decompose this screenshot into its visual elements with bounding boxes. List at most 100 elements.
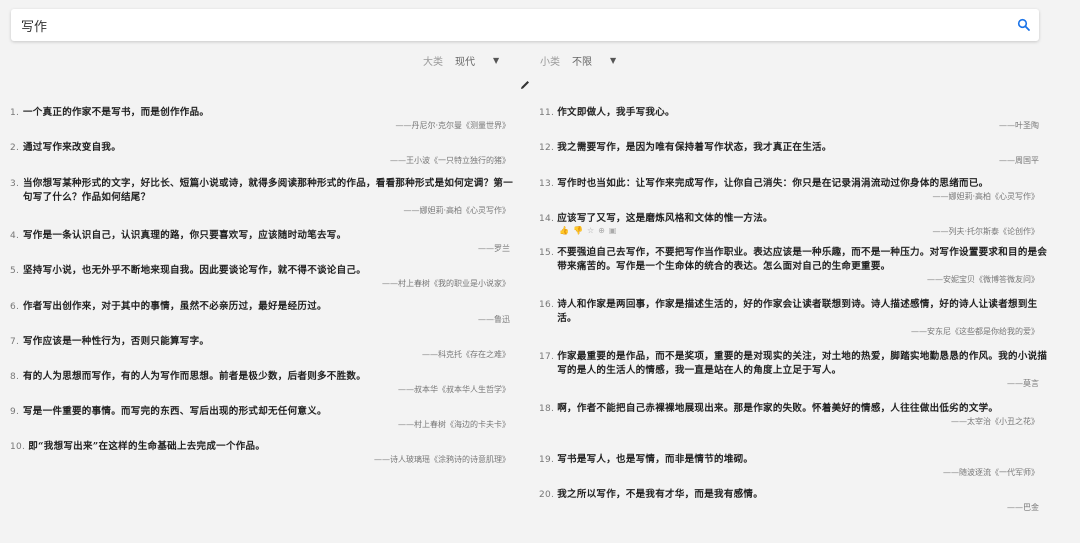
quote-source: ——莫言 — [1007, 379, 1039, 388]
quote-text: 不要强迫自己去写作，不要把写作当作职业。表达应该是一种乐趣，而不是一种压力。对写… — [557, 247, 1048, 272]
quote-text: 诗人和作家是两回事，作家是描述生活的，好的作家会让读者联想到诗。诗人描述感情，好… — [557, 299, 1038, 324]
quote-line: 20. 我之所以写作，不是我有才华，而是我有感情。 — [539, 488, 1049, 502]
quote-text: 一个真正的作家不是写书，而是创作作品。 — [23, 107, 210, 118]
search-bar — [11, 9, 1039, 41]
quote-source: ——安妮宝贝《微博答微友问》 — [927, 275, 1039, 284]
quote-number: 9. — [10, 407, 20, 417]
list-item[interactable]: 9. 写是一件重要的事情。而写完的东西、写后出现的形式却无任何意义。 ——村上春树《… — [10, 405, 520, 431]
quote-text: 应该写了又写，这是磨炼风格和文体的惟一方法。 — [557, 213, 773, 224]
list-item[interactable]: 11. 作文即做人，我手写我心。 ——叶圣陶 — [539, 106, 1049, 132]
list-item[interactable]: 10. 即“我想写出来”在这样的生命基础上去完成一个作品。 ——诗人玻璃瑶《涂鸦诗的… — [10, 440, 520, 466]
quote-text: 作者写出创作来，对于其中的事情，虽然不必亲历过，最好是经历过。 — [23, 301, 327, 312]
copy-icon[interactable]: ▣ — [609, 226, 617, 235]
minor-category-value: 不限 — [572, 57, 592, 68]
quote-number: 16. — [539, 300, 555, 310]
list-item[interactable]: 8. 有的人为思想而写作，有的人为写作而思想。前者是极少数，后者则多不胜数。 ——叔… — [10, 370, 520, 396]
chevron-down-icon: ▼ — [610, 56, 617, 65]
quote-source: ——太宰治《小丑之花》 — [951, 417, 1039, 426]
list-item[interactable]: 15. 不要强迫自己去写作，不要把写作当作职业。表达应该是一种乐趣，而不是一种压力… — [539, 246, 1049, 286]
quote-line: 9. 写是一件重要的事情。而写完的东西、写后出现的形式却无任何意义。 — [10, 405, 520, 419]
quote-source: ——丹尼尔·克尔曼《测量世界》 — [395, 121, 510, 130]
quote-number: 19. — [539, 455, 555, 465]
pencil-icon[interactable] — [519, 79, 531, 91]
quote-number: 1. — [10, 108, 20, 118]
quote-number: 2. — [10, 143, 20, 153]
quote-line: 13. 写作时也当如此：让写作来完成写作，让你自己消失：你只是在记录涓涓流动过你身… — [539, 177, 1049, 191]
quote-number: 12. — [539, 143, 555, 153]
quote-number: 13. — [539, 179, 555, 189]
quote-line: 10. 即“我想写出来”在这样的生命基础上去完成一个作品。 — [10, 440, 520, 454]
search-input[interactable] — [21, 9, 1001, 41]
quote-text: 写是一件重要的事情。而写完的东西、写后出现的形式却无任何意义。 — [23, 406, 327, 417]
quote-number: 5. — [10, 266, 20, 276]
list-item[interactable]: 3. 当你想写某种形式的文字，好比长、短篇小说或诗，就得多阅读那种形式的作品，看看… — [10, 177, 520, 217]
quote-number: 6. — [10, 302, 20, 312]
quote-text: 我之所以写作，不是我有才华，而是我有感情。 — [557, 489, 764, 500]
list-item[interactable]: 13. 写作时也当如此：让写作来完成写作，让你自己消失：你只是在记录涓涓流动过你身… — [539, 177, 1049, 203]
quote-number: 8. — [10, 372, 20, 382]
quote-number: 10. — [10, 442, 26, 452]
quote-source: ——安东尼《这些都是你给我的爱》 — [911, 327, 1039, 336]
quote-number: 18. — [539, 404, 555, 414]
quote-number: 14. — [539, 214, 555, 224]
list-item[interactable]: 17. 作家最重要的是作品，而不是奖项，重要的是对现实的关注，对土地的热爱，脚踏实… — [539, 350, 1049, 390]
list-item[interactable]: 4. 写作是一条认识自己，认识真理的路，你只要喜欢写，应该随时动笔去写。 ——罗兰 — [10, 229, 520, 255]
quote-line: 7. 写作应该是一种性行为，否则只能算写字。 — [10, 335, 520, 349]
quote-source: ——诗人玻璃瑶《涂鸦诗的诗意肌理》 — [374, 455, 510, 464]
quote-text: 写作是一条认识自己，认识真理的路，你只要喜欢写，应该随时动笔去写。 — [23, 230, 347, 241]
quote-source: ——王小波《一只特立独行的猪》 — [390, 156, 510, 165]
major-category-select[interactable]: 大类 现代 ▼ — [423, 53, 499, 68]
quote-line: 12. 我之需要写作，是因为唯有保持着写作状态，我才真正在生活。 — [539, 141, 1049, 155]
list-item[interactable]: 1. 一个真正的作家不是写书，而是创作作品。 ——丹尼尔·克尔曼《测量世界》 — [10, 106, 520, 132]
list-item[interactable]: 20. 我之所以写作，不是我有才华，而是我有感情。 ——巴金 — [539, 488, 1049, 514]
quote-text: 当你想写某种形式的文字，好比长、短篇小说或诗，就得多阅读那种形式的作品，看看那种… — [23, 178, 514, 203]
quote-number: 20. — [539, 490, 555, 500]
list-item[interactable]: 16. 诗人和作家是两回事，作家是描述生活的，好的作家会让读者联想到诗。诗人描述感… — [539, 298, 1049, 338]
list-item[interactable]: 7. 写作应该是一种性行为，否则只能算写字。 ——科克托《存在之难》 — [10, 335, 520, 361]
list-item[interactable]: 2. 通过写作来改变自我。 ——王小波《一只特立独行的猪》 — [10, 141, 520, 167]
quote-line: 6. 作者写出创作来，对于其中的事情，虽然不必亲历过，最好是经历过。 — [10, 300, 520, 314]
list-item[interactable]: 6. 作者写出创作来，对于其中的事情，虽然不必亲历过，最好是经历过。 ——鲁迅 — [10, 300, 520, 326]
list-item[interactable]: 19. 写书是写人，也是写情，而非是情节的堆砌。 ——随波逐流《一代军师》 — [539, 453, 1049, 479]
quote-line: 4. 写作是一条认识自己，认识真理的路，你只要喜欢写，应该随时动笔去写。 — [10, 229, 520, 243]
quote-line: 16. 诗人和作家是两回事，作家是描述生活的，好的作家会让读者联想到诗。诗人描述感… — [539, 298, 1049, 326]
search-icon[interactable] — [1017, 18, 1031, 32]
quote-text: 写作应该是一种性行为，否则只能算写字。 — [23, 336, 210, 347]
list-item[interactable]: 5. 坚持写小说，也无外乎不断地来现自我。因此要谈论写作，就不得不谈论自己。 ——村… — [10, 264, 520, 290]
action-icons: 👍 👎 ☆ ⊕ ▣ — [559, 226, 616, 235]
quote-text: 写作时也当如此：让写作来完成写作，让你自己消失：你只是在记录涓涓流动过你身体的思… — [557, 178, 989, 189]
quote-source: ——鲁迅 — [478, 315, 510, 324]
quote-text: 我之需要写作，是因为唯有保持着写作状态，我才真正在生活。 — [557, 142, 832, 153]
quote-line: 15. 不要强迫自己去写作，不要把写作当作职业。表达应该是一种乐趣，而不是一种压力… — [539, 246, 1049, 274]
share-icon[interactable]: ⊕ — [598, 226, 605, 235]
list-item[interactable]: 14. 应该写了又写，这是磨炼风格和文体的惟一方法。 👍 👎 ☆ ⊕ ▣ ——列夫·托尔斯泰《… — [539, 212, 1049, 238]
major-category-label: 大类 — [423, 57, 443, 68]
quote-line: 19. 写书是写人，也是写情，而非是情节的堆砌。 — [539, 453, 1049, 467]
quote-line: 18. 啊，作者不能把自己赤裸裸地展现出来。那是作家的失败。怀着美好的情感，人往往… — [539, 402, 1049, 416]
quote-number: 3. — [10, 179, 20, 189]
chevron-down-icon: ▼ — [493, 56, 500, 65]
quote-number: 11. — [539, 108, 555, 118]
quote-line: 5. 坚持写小说，也无外乎不断地来现自我。因此要谈论写作，就不得不谈论自己。 — [10, 264, 520, 278]
quote-text: 作家最重要的是作品，而不是奖项，重要的是对现实的关注，对土地的热爱，脚踏实地勤恳… — [557, 351, 1048, 376]
quote-text: 有的人为思想而写作，有的人为写作而思想。前者是极少数，后者则多不胜数。 — [23, 371, 367, 382]
quote-source: ——村上春树《我的职业是小说家》 — [382, 279, 510, 288]
quote-source: ——科克托《存在之难》 — [422, 350, 510, 359]
quote-line: 1. 一个真正的作家不是写书，而是创作作品。 — [10, 106, 520, 120]
quote-line: 11. 作文即做人，我手写我心。 — [539, 106, 1049, 120]
list-item[interactable]: 18. 啊，作者不能把自己赤裸裸地展现出来。那是作家的失败。怀着美好的情感，人往往… — [539, 402, 1049, 428]
star-icon[interactable]: ☆ — [587, 226, 594, 235]
quote-source: ——村上春树《海边的卡夫卡》 — [398, 420, 510, 429]
list-item[interactable]: 12. 我之需要写作，是因为唯有保持着写作状态，我才真正在生活。 ——周国平 — [539, 141, 1049, 167]
filter-bar: 大类 现代 ▼ 小类 不限 ▼ — [0, 53, 1080, 69]
minor-category-select[interactable]: 小类 不限 ▼ — [540, 53, 616, 68]
thumbs-down-icon[interactable]: 👎 — [573, 226, 583, 235]
quote-source: ——娜妲莉·高柏《心灵写作》 — [932, 192, 1039, 201]
quote-line: 8. 有的人为思想而写作，有的人为写作而思想。前者是极少数，后者则多不胜数。 — [10, 370, 520, 384]
quote-source: ——娜妲莉·高柏《心灵写作》 — [403, 206, 510, 215]
thumbs-up-icon[interactable]: 👍 — [559, 226, 569, 235]
quote-line: 14. 应该写了又写，这是磨炼风格和文体的惟一方法。 — [539, 212, 1049, 226]
major-category-value: 现代 — [455, 57, 475, 68]
quote-source: ——随波逐流《一代军师》 — [943, 468, 1039, 477]
quote-line: 2. 通过写作来改变自我。 — [10, 141, 520, 155]
